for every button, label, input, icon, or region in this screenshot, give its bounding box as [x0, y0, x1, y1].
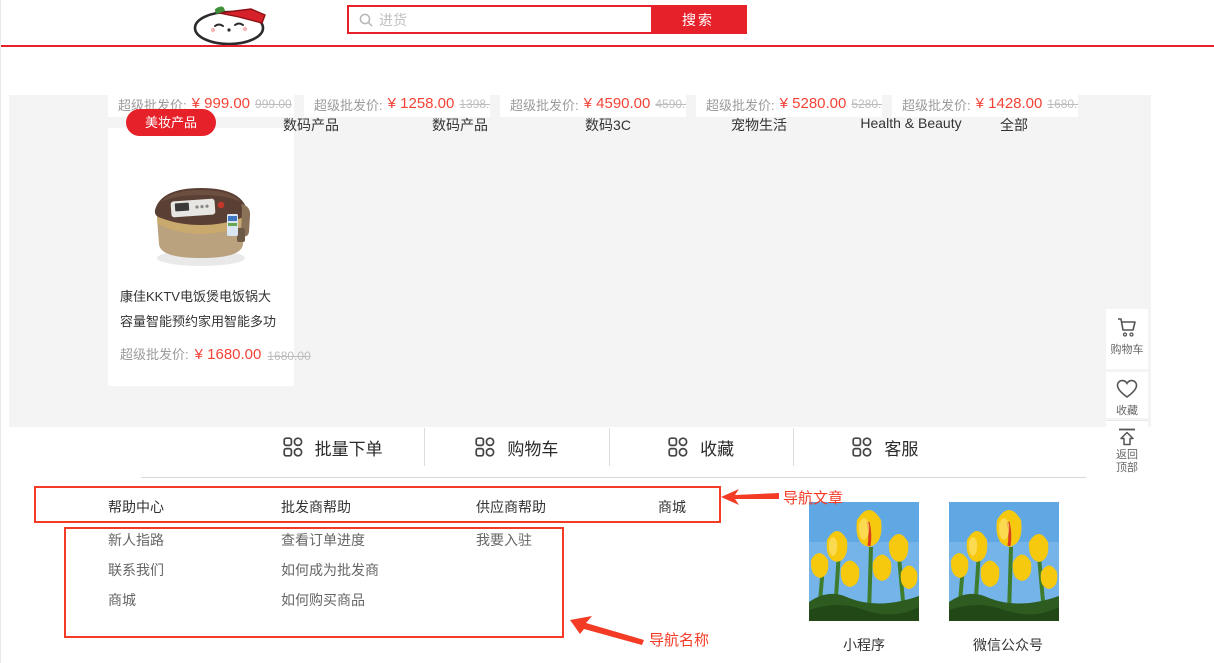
- price-value: ¥ 5280.00: [780, 95, 847, 112]
- footer-column-supplier-help: 供应商帮助 我要入驻: [476, 497, 646, 547]
- product-title[interactable]: 康佳KKTV电饭煲电饭锅大容量智能预约家用智能多功能煮饭锅...: [120, 284, 282, 334]
- back-to-top-label-1: 返回: [1116, 449, 1138, 461]
- price-value: ¥ 1258.00: [388, 95, 455, 112]
- footer-link[interactable]: 新人指路: [108, 533, 278, 547]
- footer-divider: [141, 477, 1086, 478]
- annotation-arrow-left-icon: [721, 489, 781, 505]
- float-cart-label: 购物车: [1111, 344, 1144, 356]
- old-price: 999.00: [255, 95, 292, 111]
- product-card-price-5[interactable]: 超级批发价: ¥ 1428.00 1680.00: [892, 95, 1078, 117]
- footer-link[interactable]: 如何成为批发商: [281, 563, 451, 577]
- price-label: 超级批发价:: [706, 95, 775, 114]
- price-label: 超级批发价:: [902, 95, 971, 114]
- product-card-price-4[interactable]: 超级批发价: ¥ 5280.00 5280.00: [696, 95, 882, 117]
- nav-item-all[interactable]: 全部: [1000, 115, 1028, 135]
- footer-column-header[interactable]: 供应商帮助: [476, 497, 646, 517]
- back-to-top-icon: [1116, 427, 1138, 447]
- grid-icon: [475, 437, 495, 457]
- old-price: 1398.00: [459, 95, 490, 111]
- old-price: 1680.00: [1047, 95, 1078, 111]
- top-header: 搜索: [1, 0, 1214, 47]
- quick-link-batch-order[interactable]: 批量下单: [241, 428, 424, 466]
- quick-link-label: 客服: [884, 435, 918, 460]
- nav-item-digital-3c[interactable]: 数码3C: [585, 115, 631, 135]
- footer-link[interactable]: 查看订单进度: [281, 533, 451, 547]
- cart-icon: [1115, 315, 1139, 339]
- float-favorite-label: 收藏: [1116, 405, 1138, 417]
- quick-link-label: 收藏: [700, 435, 734, 460]
- back-to-top-label-2: 顶部: [1116, 462, 1138, 474]
- footer-link[interactable]: 我要入驻: [476, 533, 646, 547]
- storefront-page: 搜索 美妆产品 数码产品 数码产品 数码3C 宠物生活 Health & Bea…: [0, 0, 1214, 663]
- grid-icon: [283, 437, 303, 457]
- price-label: 超级批发价:: [120, 344, 189, 363]
- footer-column-header[interactable]: 帮助中心: [108, 497, 278, 517]
- wechat-official-label: 微信公众号: [953, 635, 1063, 655]
- price-label: 超级批发价:: [314, 95, 383, 114]
- search-icon: [358, 12, 374, 28]
- quick-link-favorites[interactable]: 收藏: [609, 428, 793, 466]
- footer-column-header[interactable]: 批发商帮助: [281, 497, 451, 517]
- price-value: ¥ 1680.00: [195, 346, 262, 363]
- quick-link-cart[interactable]: 购物车: [424, 428, 608, 466]
- float-favorite-button[interactable]: 收藏: [1106, 372, 1148, 418]
- annotation-label-nav-name: 导航名称: [649, 629, 709, 650]
- rice-cooker-image: [141, 166, 261, 270]
- nav-item-pets[interactable]: 宠物生活: [731, 115, 787, 135]
- footer-column-wholesaler-help: 批发商帮助 查看订单进度 如何成为批发商 如何购买商品: [281, 497, 451, 607]
- wechat-official-image: [949, 502, 1059, 621]
- nav-item-health-beauty[interactable]: Health & Beauty: [860, 115, 961, 131]
- annotation-label-nav-article: 导航文章: [783, 487, 843, 508]
- float-cart-button[interactable]: 购物车: [1106, 309, 1148, 369]
- product-card-rice-cooker[interactable]: 康佳KKTV电饭煲电饭锅大容量智能预约家用智能多功能煮饭锅... 超级批发价: …: [108, 128, 294, 386]
- price-label: 超级批发价:: [510, 95, 579, 114]
- old-price: 4590.00: [655, 95, 686, 111]
- old-price: 5280.00: [851, 95, 882, 111]
- annotation-arrow-upleft-icon: [568, 612, 648, 648]
- panda-santa-logo[interactable]: [179, 1, 289, 45]
- product-card-price-3[interactable]: 超级批发价: ¥ 4590.00 4590.00: [500, 95, 686, 117]
- search-button[interactable]: 搜索: [651, 7, 745, 32]
- quick-link-customer-service[interactable]: 客服: [793, 428, 977, 466]
- search-field-wrap: [349, 7, 651, 32]
- search-input[interactable]: [349, 7, 651, 32]
- nav-item-digital-1[interactable]: 数码产品: [283, 115, 339, 135]
- heart-icon: [1115, 378, 1139, 400]
- back-to-top-button[interactable]: 返回 顶部: [1106, 420, 1148, 478]
- nav-item-digital-2[interactable]: 数码产品: [432, 115, 488, 135]
- mini-program-label: 小程序: [809, 635, 919, 655]
- grid-icon: [668, 437, 688, 457]
- grid-icon: [852, 437, 872, 457]
- footer-quick-links: 批量下单 购物车 收藏: [241, 428, 977, 466]
- quick-link-label: 购物车: [507, 435, 558, 460]
- quick-link-label: 批量下单: [315, 435, 383, 460]
- price-value: ¥ 4590.00: [584, 95, 651, 112]
- mini-program-image: [809, 502, 919, 621]
- nav-item-beauty-active[interactable]: 美妆产品: [126, 109, 216, 136]
- footer-link[interactable]: 如何购买商品: [281, 593, 451, 607]
- category-nav: 美妆产品 数码产品 数码产品 数码3C 宠物生活 Health & Beauty…: [1, 49, 1214, 95]
- footer-link[interactable]: 商城: [108, 593, 278, 607]
- old-price: 1680.00: [267, 347, 310, 363]
- product-price-row: 超级批发价: ¥ 1680.00 1680.00: [120, 344, 282, 363]
- search-bar: 搜索: [347, 5, 747, 34]
- price-value: ¥ 1428.00: [976, 95, 1043, 112]
- product-card-price-2[interactable]: 超级批发价: ¥ 1258.00 1398.00: [304, 95, 490, 117]
- footer-column-help-center: 帮助中心 新人指路 联系我们 商城: [108, 497, 278, 607]
- footer-link[interactable]: 联系我们: [108, 563, 278, 577]
